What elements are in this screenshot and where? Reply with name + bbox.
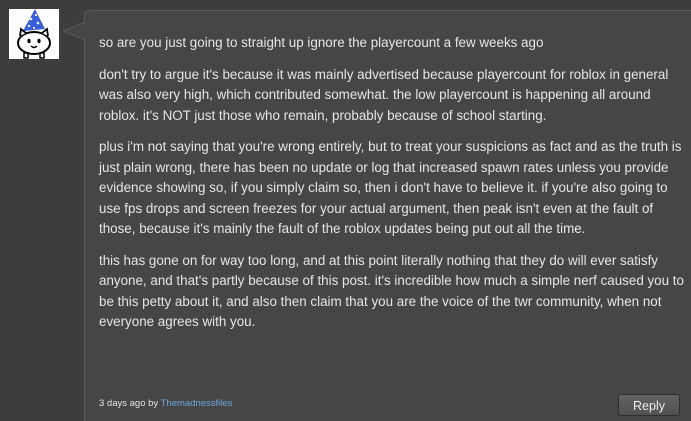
cat-avatar-icon: [9, 9, 59, 59]
comment-page: so are you just going to straight up ign…: [0, 0, 691, 421]
comment-body: so are you just going to straight up ign…: [99, 33, 684, 344]
comment-paragraph-1: so are you just going to straight up ign…: [99, 35, 544, 50]
avatar[interactable]: [9, 9, 59, 59]
comment-paragraph-4: this has gone on for way too long, and a…: [99, 252, 684, 330]
reply-button[interactable]: Reply: [618, 394, 680, 416]
comment-timestamp: 3 days ago by: [99, 398, 159, 409]
comment-paragraph-3: plus i'm not saying that you're wrong en…: [99, 139, 682, 236]
comment-meta: 3 days ago by Themadnessfiles: [99, 398, 232, 409]
bubble-tail: [64, 23, 85, 39]
comment-paragraph-2: don't try to argue it's because it was m…: [99, 66, 669, 123]
comment-author-link[interactable]: Themadnessfiles: [161, 398, 233, 409]
